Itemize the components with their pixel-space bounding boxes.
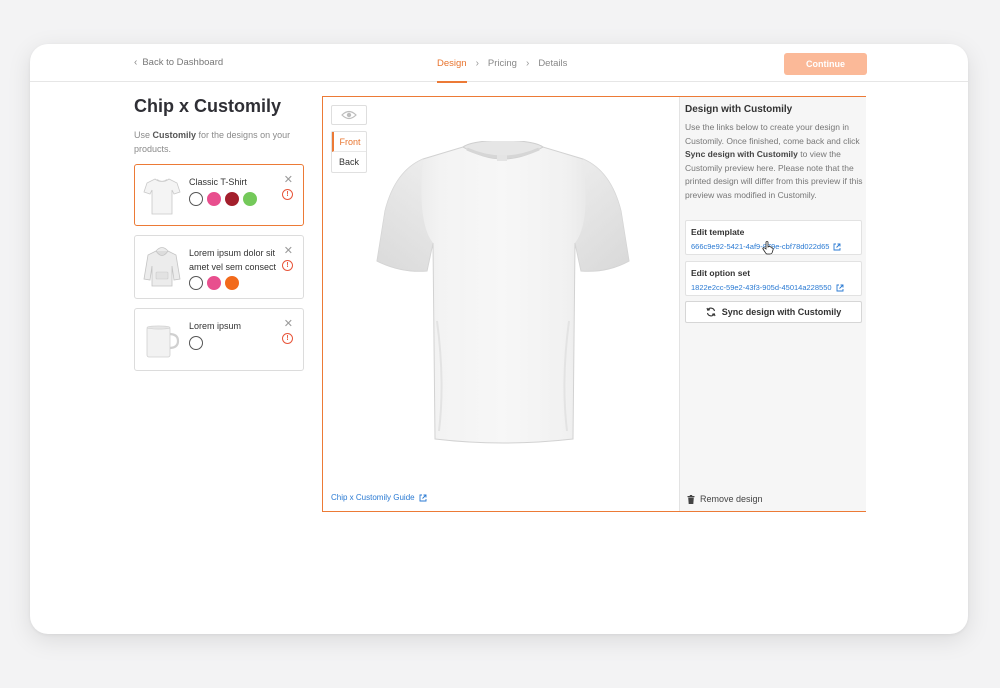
edit-template-box: Edit template 666c9e92-5421-4af9-879e-cb… xyxy=(685,220,862,255)
step-details[interactable]: Details xyxy=(538,44,567,82)
close-icon[interactable]: ✕ xyxy=(284,246,293,257)
step-details-label: Details xyxy=(538,57,568,69)
back-to-dashboard-link[interactable]: ‹ Back to Dashboard xyxy=(134,57,223,68)
swatch-list xyxy=(189,276,239,290)
tab-back[interactable]: Back xyxy=(332,152,366,172)
product-card-hoodie[interactable]: Lorem ipsum dolor sit amet vel sem conse… xyxy=(134,235,304,299)
top-bar: ‹ Back to Dashboard Design › Pricing › D… xyxy=(30,44,968,83)
swatch-orange[interactable] xyxy=(225,276,239,290)
eye-icon xyxy=(341,110,357,120)
close-icon[interactable]: ✕ xyxy=(284,175,293,186)
tshirt-preview-image xyxy=(376,141,630,444)
tshirt-thumbnail xyxy=(143,178,181,215)
external-link-icon xyxy=(836,284,843,291)
edit-option-set-label: Edit option set xyxy=(691,268,751,278)
step-design[interactable]: Design xyxy=(437,44,467,83)
view-tabs: Front Back xyxy=(331,131,367,173)
chevron-right-icon: › xyxy=(525,57,530,69)
chevron-left-icon: ‹ xyxy=(134,57,138,68)
swatch-white[interactable] xyxy=(189,192,203,206)
product-name: Classic T-Shirt xyxy=(189,177,247,187)
swatch-maroon[interactable] xyxy=(225,192,239,206)
sync-label: Sync design with Customily xyxy=(721,307,842,317)
warning-icon: ! xyxy=(282,189,293,200)
panel-title: Design with Customily xyxy=(685,104,793,115)
tab-front[interactable]: Front xyxy=(332,132,366,152)
desc-part-1: Use the links below to create your desig… xyxy=(685,122,860,146)
product-card-mug[interactable]: Lorem ipsum ✕ ! xyxy=(134,308,304,371)
app-window: ‹ Back to Dashboard Design › Pricing › D… xyxy=(30,44,968,634)
mug-thumbnail xyxy=(146,325,180,358)
remove-design-link[interactable]: Remove design xyxy=(687,494,763,504)
close-icon[interactable]: ✕ xyxy=(284,319,293,330)
edit-option-set-link[interactable]: 1822e2cc-59e2-43f3-905d-45014a228550 xyxy=(691,283,844,292)
step-navigation: Design › Pricing › Details xyxy=(437,44,567,83)
external-link-icon xyxy=(834,243,841,250)
hoodie-thumbnail xyxy=(143,247,181,287)
template-id: 666c9e92-5421-4af9-879e-cbf78d022d65 xyxy=(691,242,830,251)
subtitle-prefix: Use xyxy=(134,130,153,140)
product-name: Lorem ipsum dolor sit amet vel sem conse… xyxy=(189,248,277,272)
back-label: Back to Dashboard xyxy=(142,57,224,68)
warning-icon: ! xyxy=(282,333,293,344)
sync-icon xyxy=(706,307,716,317)
remove-label: Remove design xyxy=(700,494,763,504)
option-set-id: 1822e2cc-59e2-43f3-905d-45014a228550 xyxy=(691,283,832,292)
sync-design-button[interactable]: Sync design with Customily xyxy=(685,301,862,323)
chevron-right-icon: › xyxy=(475,57,479,69)
desc-bold: Sync design with Customily xyxy=(685,149,798,160)
subtitle-brand: Customily xyxy=(152,130,197,140)
customily-side-panel: Design with Customily Use the links belo… xyxy=(679,97,866,511)
product-card-classic-tshirt[interactable]: Classic T-Shirt ✕ ! xyxy=(134,164,304,226)
page-title: Chip x Customily xyxy=(134,96,282,116)
panel-description: Use the links below to create your desig… xyxy=(685,121,863,203)
hand-cursor-icon xyxy=(762,241,774,255)
preview-toggle-button[interactable] xyxy=(331,105,367,125)
swatch-white[interactable] xyxy=(189,276,203,290)
step-pricing[interactable]: Pricing xyxy=(488,44,517,82)
edit-template-label: Edit template xyxy=(691,227,745,237)
swatch-white[interactable] xyxy=(189,336,203,350)
design-editor: Front Back Chip x Customily Guide Design… xyxy=(322,96,866,512)
edit-option-set-box: Edit option set 1822e2cc-59e2-43f3-905d-… xyxy=(685,261,862,296)
swatch-green[interactable] xyxy=(243,192,257,206)
external-link-icon xyxy=(419,494,427,501)
swatch-list xyxy=(189,192,257,206)
product-name: Lorem ipsum xyxy=(189,321,242,331)
swatch-pink[interactable] xyxy=(207,276,221,290)
step-design-label: Design xyxy=(437,57,467,69)
swatch-list xyxy=(189,336,203,350)
continue-button[interactable]: Continue xyxy=(784,53,867,75)
step-pricing-label: Pricing xyxy=(487,57,517,69)
customily-guide-link[interactable]: Chip x Customily Guide xyxy=(331,493,427,502)
trash-icon xyxy=(687,494,695,504)
page-subtitle: Use Customily for the designs on your pr… xyxy=(134,128,304,156)
guide-label: Chip x Customily Guide xyxy=(331,493,415,502)
warning-icon: ! xyxy=(282,260,293,271)
swatch-pink[interactable] xyxy=(207,192,221,206)
